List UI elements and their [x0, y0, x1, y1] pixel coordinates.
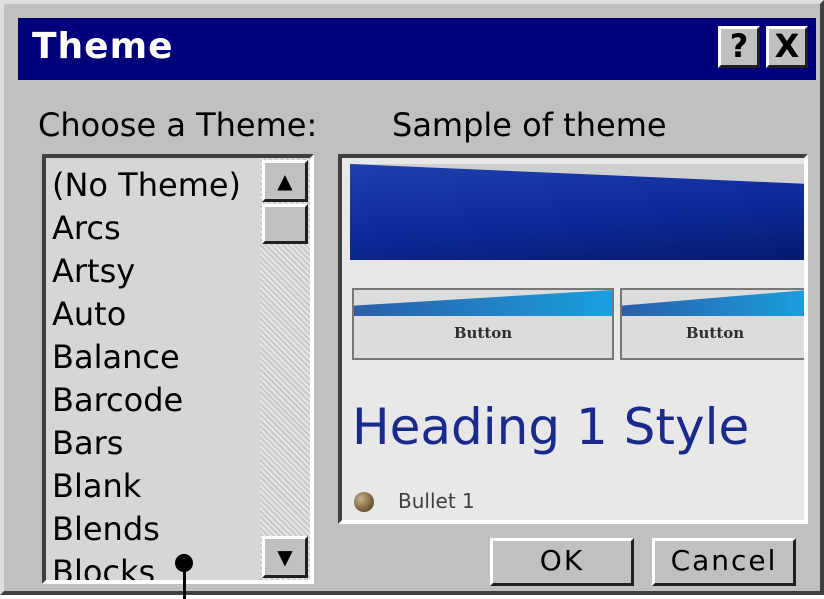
preview-button: Button [620, 288, 804, 360]
preview-heading: Heading 1 Style [352, 398, 750, 456]
theme-listbox[interactable]: (No Theme) Arcs Artsy Auto Balance Barco… [42, 154, 314, 584]
dialog-title: Theme [32, 26, 174, 67]
close-button[interactable]: X [766, 26, 808, 68]
list-item[interactable]: Arcs [52, 207, 260, 250]
scroll-thumb[interactable] [262, 204, 308, 244]
bullet-icon [354, 492, 374, 512]
list-item[interactable]: Artsy [52, 250, 260, 293]
chevron-up-icon: ▲ [277, 169, 293, 193]
theme-list: (No Theme) Arcs Artsy Auto Balance Barco… [52, 164, 260, 580]
preview-button-label: Button [453, 324, 513, 342]
preview-button-label: Button [685, 324, 745, 342]
preview-button-stripe [354, 290, 612, 316]
list-item[interactable]: Auto [52, 293, 260, 336]
preview-button: Button [352, 288, 614, 360]
title-bar: Theme ? X [18, 18, 816, 80]
cancel-button[interactable]: Cancel [652, 538, 796, 586]
callout-line [183, 564, 186, 599]
scroll-down-button[interactable]: ▼ [262, 536, 308, 578]
preview-button-stripe [622, 290, 804, 316]
preview-banner [350, 164, 804, 260]
theme-dialog: Theme ? X Choose a Theme: Sample of them… [0, 0, 824, 599]
sample-label: Sample of theme [392, 106, 667, 144]
list-item[interactable]: Barcode [52, 379, 260, 422]
list-item[interactable]: Bars [52, 422, 260, 465]
list-item[interactable]: Blocks [52, 551, 260, 580]
preview-bullet: Bullet 1 [398, 489, 475, 513]
ok-button[interactable]: OK [490, 538, 634, 586]
list-item[interactable]: Blends [52, 508, 260, 551]
list-item[interactable]: Blank [52, 465, 260, 508]
vertical-scrollbar[interactable]: ▲ ▼ [260, 158, 310, 580]
list-item[interactable]: Balance [52, 336, 260, 379]
scroll-up-button[interactable]: ▲ [262, 160, 308, 202]
list-item[interactable]: (No Theme) [52, 164, 260, 207]
theme-preview: Button Button Heading 1 Style Bullet 1 [338, 154, 808, 524]
banner-accent [350, 164, 804, 184]
help-button[interactable]: ? [718, 26, 760, 68]
chevron-down-icon: ▼ [277, 545, 293, 569]
choose-theme-label: Choose a Theme: [38, 106, 318, 144]
